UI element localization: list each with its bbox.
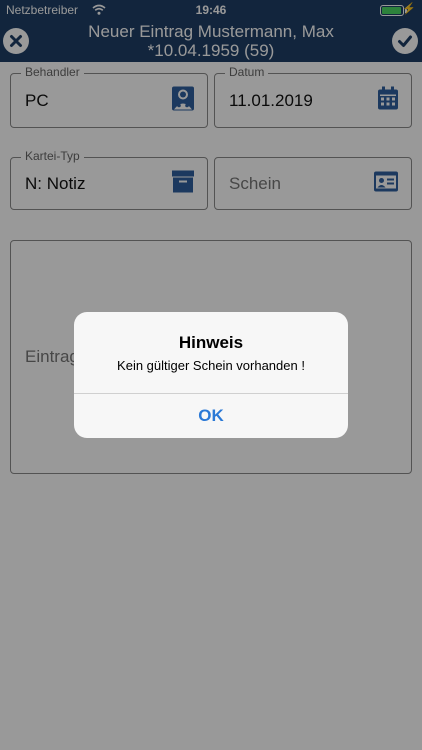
ok-button[interactable]: OK <box>74 394 348 438</box>
alert-title: Hinweis <box>178 333 244 352</box>
alert-message: Kein gültiger Schein vorhanden ! <box>117 358 305 373</box>
alert-dialog: Hinweis Kein gültiger Schein vorhanden !… <box>74 312 348 438</box>
